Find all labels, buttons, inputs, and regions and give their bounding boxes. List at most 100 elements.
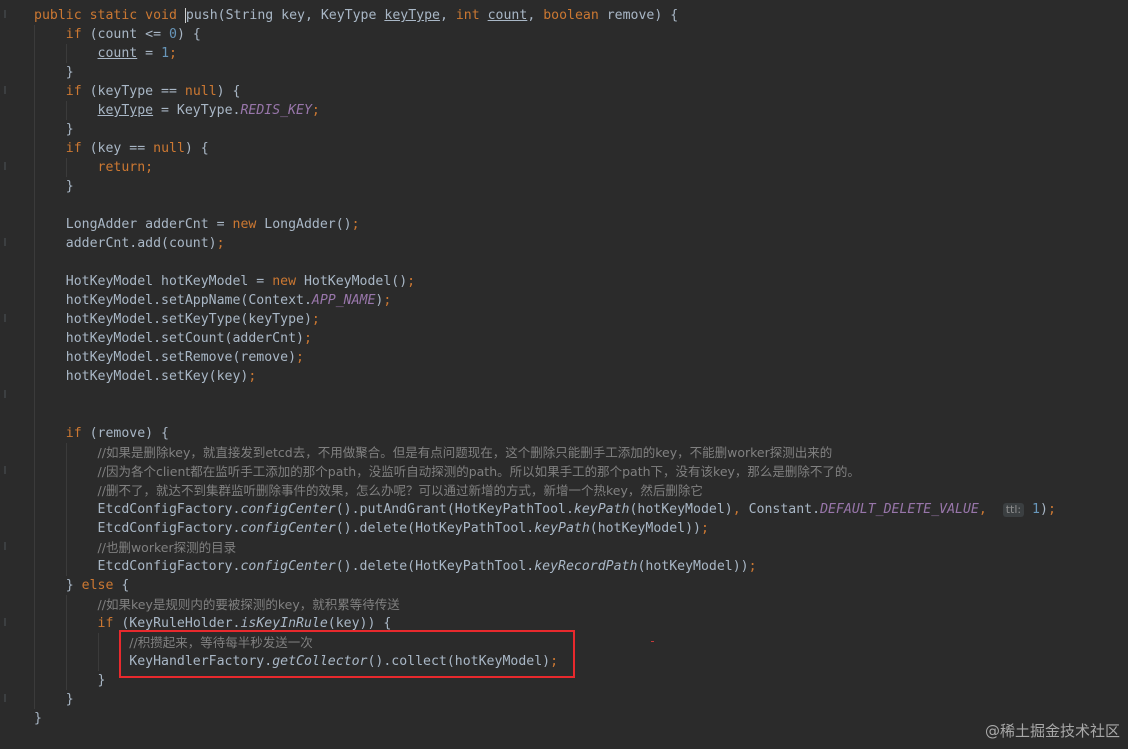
code-editor[interactable]: public static void push(String key, KeyT… bbox=[0, 0, 1128, 749]
gutter-marker bbox=[4, 314, 6, 322]
code-line[interactable]: //也删worker探测的目录 bbox=[34, 538, 237, 557]
code-token: ; bbox=[311, 103, 320, 118]
code-token: } bbox=[34, 673, 106, 688]
code-line[interactable]: LongAdder adderCnt = new LongAdder(); bbox=[34, 215, 360, 234]
code-token: ush(String key, KeyType bbox=[193, 8, 385, 23]
code-token: DEFAULT_DELETE_VALUE bbox=[820, 502, 979, 517]
code-line[interactable]: } bbox=[34, 120, 74, 139]
code-token: if bbox=[65, 27, 90, 42]
code-line[interactable]: } bbox=[34, 177, 74, 196]
code-line[interactable]: keyType = KeyType.REDIS_KEY; bbox=[34, 101, 320, 120]
code-token: ; bbox=[169, 46, 177, 61]
code-line[interactable]: } else { bbox=[34, 576, 130, 595]
code-token: ().delete(HotKeyPathTool. bbox=[335, 521, 535, 536]
code-line[interactable]: hotKeyModel.setKeyType(keyType); bbox=[34, 310, 320, 329]
code-token: 1 bbox=[161, 46, 170, 61]
code-token: if bbox=[65, 426, 90, 441]
gutter-marker bbox=[4, 10, 6, 18]
code-token: configCenter bbox=[240, 559, 336, 574]
code-line[interactable]: count = 1; bbox=[34, 44, 177, 63]
code-line[interactable]: } bbox=[34, 709, 42, 728]
code-line[interactable]: hotKeyModel.setAppName(Context.APP_NAME)… bbox=[34, 291, 392, 310]
code-token: (keyType == bbox=[89, 84, 185, 99]
code-line[interactable]: hotKeyModel.setKey(key); bbox=[34, 367, 257, 386]
gutter-marker bbox=[4, 618, 6, 626]
code-line[interactable]: if (remove) { bbox=[34, 424, 169, 443]
code-line[interactable]: if (keyType == null) { bbox=[34, 82, 241, 101]
code-token: int bbox=[455, 8, 488, 23]
code-token: new bbox=[232, 217, 265, 232]
code-token: null bbox=[184, 84, 217, 99]
code-line[interactable]: EtcdConfigFactory.configCenter().putAndG… bbox=[34, 500, 1056, 519]
indent-guide bbox=[66, 101, 67, 120]
code-token: HotKeyModel() bbox=[303, 274, 408, 289]
code-line[interactable]: public static void push(String key, KeyT… bbox=[34, 6, 678, 25]
code-token: remove) { bbox=[606, 8, 679, 23]
code-line[interactable]: if (key == null) { bbox=[34, 139, 209, 158]
code-token: } bbox=[34, 578, 82, 593]
code-token: configCenter bbox=[240, 502, 336, 517]
code-token: ) { bbox=[216, 84, 241, 99]
code-token: } bbox=[34, 711, 42, 726]
code-token: else bbox=[81, 578, 122, 593]
code-token: = bbox=[137, 46, 162, 61]
code-token: new bbox=[272, 274, 304, 289]
stray-mark bbox=[651, 641, 654, 642]
code-token: REDIS_KEY bbox=[240, 103, 312, 118]
code-token: hotKeyModel.setKey(key) bbox=[34, 369, 249, 384]
code-token: ; bbox=[296, 350, 304, 365]
code-line[interactable]: //如果是删除key，就直接发到etcd去，不用做聚合。但是有点问题现在，这个删… bbox=[34, 443, 833, 462]
code-token: ) { bbox=[176, 27, 201, 42]
gutter-marker bbox=[4, 390, 6, 398]
code-token: public static void bbox=[34, 8, 185, 23]
code-line[interactable]: //删不了，就达不到集群监听删除事件的效果，怎么办呢？可以通过新增的方式，新增一… bbox=[34, 481, 703, 500]
code-line[interactable]: HotKeyModel hotKeyModel = new HotKeyMode… bbox=[34, 272, 415, 291]
code-token: hotKeyModel.setKeyType(keyType) bbox=[34, 312, 312, 327]
code-token: ) { bbox=[184, 141, 209, 156]
code-line[interactable]: //如果key是规则内的要被探测的key，就积累等待传送 bbox=[34, 595, 400, 614]
code-token: hotKeyModel.setCount(adderCnt) bbox=[34, 331, 304, 346]
code-token: EtcdConfigFactory. bbox=[34, 559, 241, 574]
code-token: , bbox=[978, 502, 995, 517]
gutter-marker bbox=[4, 162, 6, 170]
indent-guide bbox=[66, 595, 67, 690]
code-token: = KeyType. bbox=[153, 103, 241, 118]
code-token: ; bbox=[700, 521, 709, 536]
code-line[interactable]: } bbox=[34, 63, 74, 82]
code-token: (count <= bbox=[89, 27, 169, 42]
code-token: count bbox=[487, 8, 528, 23]
code-token: , bbox=[527, 8, 544, 23]
code-token: return; bbox=[97, 160, 154, 175]
code-token: EtcdConfigFactory. bbox=[34, 502, 241, 517]
code-token: keyType bbox=[97, 103, 154, 118]
code-token: configCenter bbox=[240, 521, 336, 536]
code-token: ; bbox=[303, 331, 312, 346]
code-line[interactable]: if (count <= 0) { bbox=[34, 25, 201, 44]
code-token: ; bbox=[248, 369, 257, 384]
code-line[interactable]: hotKeyModel.setCount(adderCnt); bbox=[34, 329, 312, 348]
gutter-marker bbox=[4, 86, 6, 94]
code-token: HotKeyModel hotKeyModel = bbox=[34, 274, 273, 289]
code-line[interactable]: } bbox=[34, 671, 106, 690]
code-token: //也删worker探测的目录 bbox=[97, 540, 237, 555]
code-line[interactable]: hotKeyModel.setRemove(remove); bbox=[34, 348, 304, 367]
gutter-marker bbox=[4, 238, 6, 246]
code-token: count bbox=[97, 46, 138, 61]
code-token: (key == bbox=[89, 141, 154, 156]
code-line[interactable]: adderCnt.add(count); bbox=[34, 234, 225, 253]
code-line[interactable]: return; bbox=[34, 158, 154, 177]
code-token: ; bbox=[748, 559, 757, 574]
code-line[interactable]: //因为各个client都在监听手工添加的那个path，没监听自动探测的path… bbox=[34, 462, 860, 481]
code-line[interactable]: } bbox=[34, 690, 74, 709]
code-token: ().putAndGrant(HotKeyPathTool. bbox=[335, 502, 574, 517]
code-line[interactable]: EtcdConfigFactory.configCenter().delete(… bbox=[34, 519, 709, 538]
code-token: (KeyRuleHolder. bbox=[121, 616, 241, 631]
code-line[interactable]: EtcdConfigFactory.configCenter().delete(… bbox=[34, 557, 757, 576]
indent-guide bbox=[34, 25, 35, 709]
code-token: hotKeyModel.setAppName(Context. bbox=[34, 293, 312, 308]
code-token: keyPath bbox=[534, 521, 590, 536]
code-token: adderCnt.add(count) bbox=[34, 236, 217, 251]
